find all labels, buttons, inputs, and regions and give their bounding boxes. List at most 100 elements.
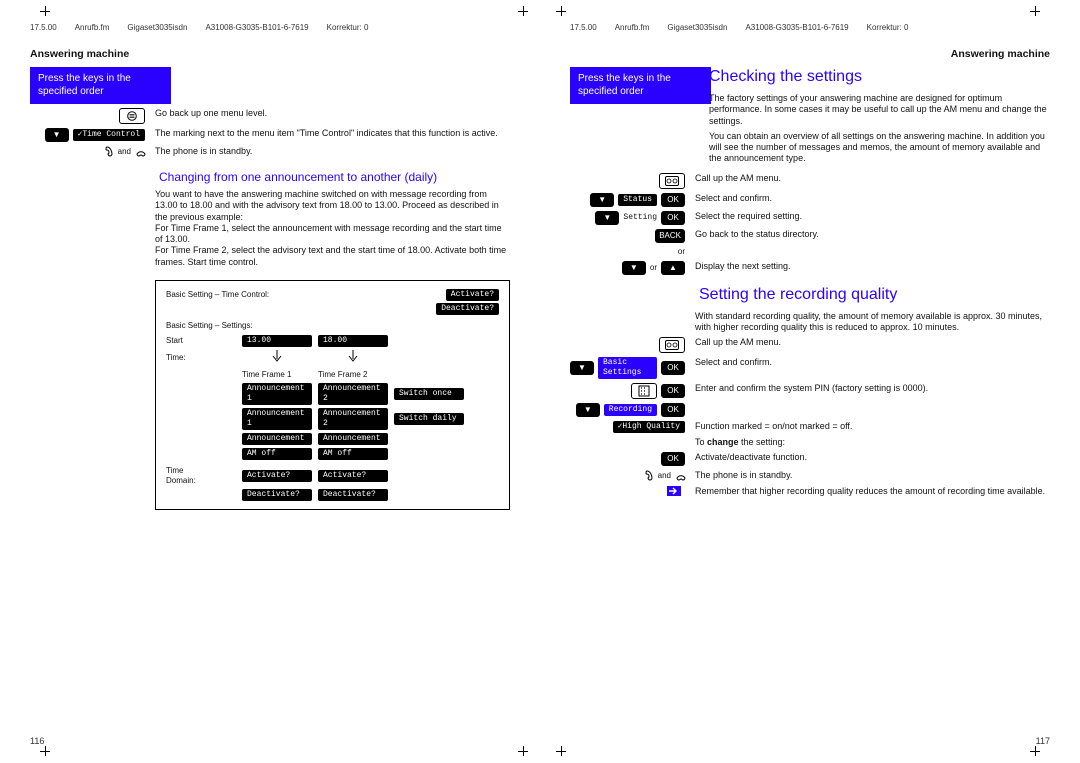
ok-key[interactable]: OK: [661, 403, 685, 417]
running-head: Answering machine: [570, 48, 1050, 61]
handset-down-icon[interactable]: [135, 146, 145, 158]
ann-chip: Announcement 2: [318, 408, 388, 430]
meta-file: Anrufb.fm: [75, 23, 110, 33]
ok-key[interactable]: OK: [661, 361, 685, 375]
page-number: 116: [30, 736, 44, 747]
or-row: or: [570, 247, 1050, 257]
ann-chip: Announcement: [318, 433, 388, 445]
down-key[interactable]: ▼: [622, 261, 646, 275]
step-row: ✓High Quality Function marked = on/not m…: [570, 421, 1050, 433]
step-desc: The marking next to the menu item "Time …: [155, 128, 510, 139]
up-key[interactable]: ▲: [661, 261, 685, 275]
step-row: ▼ Status OK Select and confirm.: [570, 193, 1050, 207]
step-row: ▼ ✓Time Control The marking next to the …: [30, 128, 510, 142]
step-desc: The phone is in standby.: [155, 146, 510, 157]
meta-date: 17.5.00: [570, 23, 597, 33]
ann-chip: Announcement 2: [318, 383, 388, 405]
menu-icon[interactable]: [119, 108, 145, 124]
switch-chip: Switch once: [394, 388, 464, 400]
ann-chip: Announcement 1: [242, 408, 312, 430]
sheet: 17.5.00 Anrufb.fm Gigaset3035isdn A31008…: [0, 0, 1080, 763]
am-menu-icon[interactable]: [659, 337, 685, 353]
and-label: and: [118, 147, 131, 157]
page-number: 117: [1036, 736, 1050, 747]
and-label: and: [658, 471, 671, 481]
step-desc: Function marked = on/not marked = off.: [695, 421, 1050, 432]
t1-chip: 13.00: [242, 335, 312, 347]
handset-lift-icon[interactable]: [644, 470, 654, 482]
note-text: Remember that higher recording quality r…: [695, 486, 1050, 497]
step-desc: Go back to the status directory.: [695, 229, 1050, 240]
paragraph: You can obtain an overview of all settin…: [709, 131, 1050, 165]
note-icon: [667, 486, 681, 496]
meta-product: Gigaset3035isdn: [667, 23, 727, 33]
ann-chip: Announcement 1: [242, 383, 312, 405]
step-row: ▼ or ▲ Display the next setting.: [570, 261, 1050, 275]
press-keys-box: Press the keys in the specified order: [570, 67, 711, 104]
step-desc: Call up the AM menu.: [695, 337, 1050, 348]
step-desc: Display the next setting.: [695, 261, 1050, 272]
amoff-chip: AM off: [318, 448, 388, 460]
deactivate-chip: Deactivate?: [242, 489, 312, 501]
step-row: OK Enter and confirm the system PIN (fac…: [570, 383, 1050, 399]
meta-row: 17.5.00 Anrufb.fm Gigaset3035isdn A31008…: [30, 22, 510, 34]
recording-chip: Recording: [604, 404, 657, 416]
time-control-figure: Basic Setting – Time Control: Activate? …: [155, 280, 510, 510]
back-key[interactable]: BACK: [655, 229, 685, 243]
fig-time-label: Time:: [166, 353, 236, 363]
down-arrow-icon: [271, 350, 283, 364]
meta-product: Gigaset3035isdn: [127, 23, 187, 33]
setting-label: Setting: [623, 213, 657, 223]
activate-chip: Activate?: [446, 289, 499, 301]
deactivate-chip: Deactivate?: [318, 489, 388, 501]
handset-down-icon[interactable]: [675, 470, 685, 482]
ok-key[interactable]: OK: [661, 193, 685, 207]
step-row: BACK Go back to the status directory.: [570, 229, 1050, 243]
step-row: ▼ Recording OK: [570, 403, 1050, 417]
step-desc: The phone is in standby.: [695, 470, 1050, 481]
step-desc: Activate/deactivate function.: [695, 452, 1050, 463]
tf1-label: Time Frame 1: [242, 370, 312, 380]
or-label: or: [650, 263, 657, 273]
down-key[interactable]: ▼: [45, 128, 69, 142]
meta-row: 17.5.00 Anrufb.fm Gigaset3035isdn A31008…: [570, 22, 1050, 34]
step-desc: Select the required setting.: [695, 211, 1050, 222]
down-key[interactable]: ▼: [595, 211, 619, 225]
para-row: You want to have the answering machine s…: [30, 189, 510, 268]
column-wrap: Press the keys in the specified order: [30, 67, 510, 104]
left-column: Press the keys in the specified order: [30, 67, 155, 104]
meta-date: 17.5.00: [30, 23, 57, 33]
down-key[interactable]: ▼: [570, 361, 594, 375]
paragraph: With standard recording quality, the amo…: [695, 311, 1050, 334]
activate-chip: Activate?: [318, 470, 388, 482]
paragraph: The factory settings of your answering m…: [709, 93, 1050, 127]
ok-key[interactable]: OK: [661, 452, 685, 466]
ok-key[interactable]: OK: [661, 384, 685, 398]
status-chip: Status: [618, 194, 657, 206]
page-117: 17.5.00 Anrufb.fm Gigaset3035isdn A31008…: [540, 0, 1080, 763]
down-key[interactable]: ▼: [576, 403, 600, 417]
down-key[interactable]: ▼: [590, 193, 614, 207]
meta-korrektur: Korrektur: 0: [327, 23, 369, 33]
ok-key[interactable]: OK: [661, 211, 685, 225]
step-desc: Select and confirm.: [695, 193, 1050, 204]
fig-label: Basic Setting – Time Control:: [166, 290, 269, 300]
am-menu-icon[interactable]: [659, 173, 685, 189]
step-row: ▼ Setting OK Select the required setting…: [570, 211, 1050, 225]
step-desc: Call up the AM menu.: [695, 173, 1050, 184]
left-column: Press the keys in the specified order: [570, 67, 695, 169]
activate-chip: Activate?: [242, 470, 312, 482]
step-desc: Enter and confirm the system PIN (factor…: [695, 383, 1050, 394]
step-row: and The phone is in standby.: [30, 146, 510, 158]
fig-label: Basic Setting – Settings:: [166, 321, 499, 331]
page-116: 17.5.00 Anrufb.fm Gigaset3035isdn A31008…: [0, 0, 540, 763]
time-domain-label: Time Domain:: [166, 466, 236, 486]
fig-start-label: Start: [166, 336, 236, 346]
t2-chip: 18.00: [318, 335, 388, 347]
step-row: OK Activate/deactivate function.: [570, 452, 1050, 466]
keypad-icon[interactable]: [631, 383, 657, 399]
high-quality-chip: ✓High Quality: [613, 421, 685, 433]
handset-lift-icon[interactable]: [104, 146, 114, 158]
step-row: Call up the AM menu.: [570, 337, 1050, 353]
meta-file: Anrufb.fm: [615, 23, 650, 33]
